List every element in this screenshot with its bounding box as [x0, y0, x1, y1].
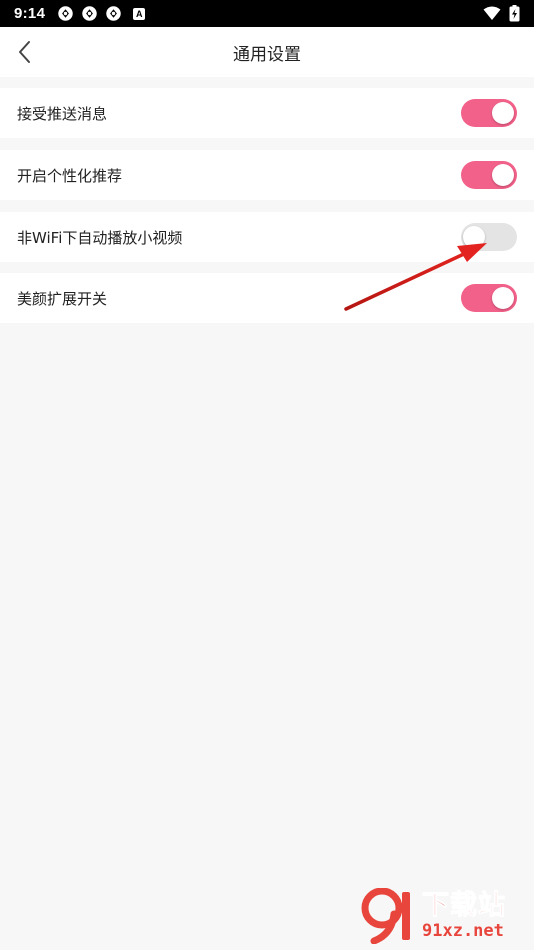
status-bar: 9:14 A	[0, 0, 534, 27]
beauty-extension-toggle[interactable]	[461, 284, 517, 312]
wifi-icon	[483, 6, 501, 20]
push-messages-toggle[interactable]	[461, 99, 517, 127]
annotation-arrow-icon	[344, 243, 487, 311]
header: 通用设置	[0, 27, 534, 77]
watermark-title: 下载站	[422, 890, 506, 921]
sync-icon	[82, 6, 97, 21]
watermark-domain: 91xz.net	[422, 921, 504, 941]
setting-label: 美颜扩展开关	[17, 289, 108, 308]
setting-row-beauty-extension: 美颜扩展开关	[0, 273, 534, 323]
chevron-left-icon	[19, 41, 30, 63]
status-icons-left: A	[57, 5, 146, 22]
toggle-knob	[492, 164, 514, 186]
toggle-knob	[492, 287, 514, 309]
setting-row-push-messages: 接受推送消息	[0, 88, 534, 138]
back-button[interactable]	[10, 37, 38, 67]
personalized-recommendation-toggle[interactable]	[461, 161, 517, 189]
a-badge-icon: A	[133, 7, 146, 20]
toggle-knob	[463, 226, 485, 248]
battery-icon	[509, 5, 520, 22]
toggle-knob	[492, 102, 514, 124]
setting-label: 开启个性化推荐	[17, 166, 123, 185]
sync-icon	[58, 6, 73, 21]
page-title: 通用设置	[233, 44, 301, 65]
setting-label: 接受推送消息	[17, 104, 108, 123]
setting-label: 非WiFi下自动播放小视频	[17, 228, 183, 247]
watermark-logo	[360, 887, 418, 945]
watermark: 下载站 91xz.net	[360, 886, 530, 946]
sync-icon	[106, 6, 121, 21]
status-time: 9:14	[14, 5, 46, 22]
setting-row-personalized-recommendation: 开启个性化推荐	[0, 150, 534, 200]
setting-row-autoplay-non-wifi: 非WiFi下自动播放小视频	[0, 212, 534, 262]
autoplay-non-wifi-toggle[interactable]	[461, 223, 517, 251]
status-icons-right	[483, 5, 520, 22]
